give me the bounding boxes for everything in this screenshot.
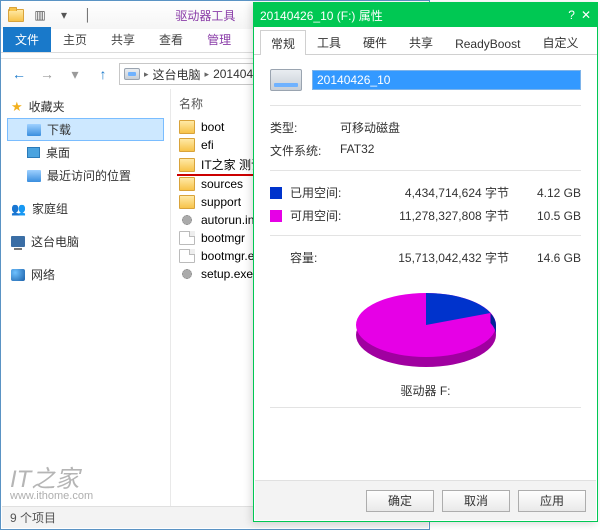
properties-tabs: 常规 工具 硬件 共享 ReadyBoost 自定义 <box>254 29 597 55</box>
navigation-pane: ★ 收藏夹 下载 桌面 最近访问的位置 👥 家庭组 这台电脑 网络 <box>1 89 171 507</box>
tab-sharing[interactable]: 共享 <box>398 29 444 54</box>
nav-network[interactable]: 网络 <box>7 263 164 286</box>
nav-downloads-label: 下载 <box>47 121 71 138</box>
capacity-row: 容量: 15,713,042,432 字节 14.6 GB <box>270 246 581 269</box>
nav-recent[interactable]: 最近访问的位置 <box>7 164 164 187</box>
chevron-right-icon[interactable]: ▸ <box>205 69 210 80</box>
nav-homegroup-label: 家庭组 <box>32 200 68 217</box>
fs-value: FAT32 <box>340 142 374 159</box>
address-seg-thispc[interactable]: 这台电脑 <box>153 66 201 83</box>
network-icon <box>11 269 25 281</box>
tab-hardware[interactable]: 硬件 <box>352 29 398 54</box>
nav-downloads[interactable]: 下载 <box>7 118 164 141</box>
tab-general[interactable]: 常规 <box>260 30 306 55</box>
free-swatch-icon <box>270 210 282 222</box>
file-name: support <box>201 195 241 209</box>
nav-recent-label: 最近访问的位置 <box>47 167 131 184</box>
type-value: 可移动磁盘 <box>340 119 400 136</box>
nav-forward-icon[interactable]: → <box>35 62 59 86</box>
file-name: bootmgr <box>201 231 245 245</box>
doc-icon <box>179 231 195 245</box>
nav-favorites[interactable]: ★ 收藏夹 <box>7 95 164 118</box>
folder-icon <box>179 158 195 172</box>
chevron-right-icon[interactable]: ▸ <box>144 69 149 80</box>
free-label: 可用空间: <box>290 207 354 224</box>
tab-file[interactable]: 文件 <box>3 27 51 52</box>
tab-manage[interactable]: 管理 <box>195 27 243 52</box>
folder-icon <box>179 177 195 191</box>
used-hr: 4.12 GB <box>525 186 581 200</box>
free-space-row: 可用空间: 11,278,327,808 字节 10.5 GB <box>270 204 581 227</box>
downloads-icon <box>27 124 41 136</box>
used-space-row: 已用空间: 4,434,714,624 字节 4.12 GB <box>270 181 581 204</box>
tab-readyboost[interactable]: ReadyBoost <box>444 32 531 54</box>
pc-icon <box>11 236 25 247</box>
file-name: sources <box>201 177 243 191</box>
cancel-button[interactable]: 取消 <box>442 490 510 512</box>
properties-title: 20140426_10 (F:) 属性 <box>260 7 383 24</box>
apply-button[interactable]: 应用 <box>518 490 586 512</box>
gear-icon <box>179 267 195 281</box>
file-name: autorun.inf <box>201 213 258 227</box>
nav-favorites-label: 收藏夹 <box>29 98 65 115</box>
properties-titlebar[interactable]: 20140426_10 (F:) 属性 ? ✕ <box>254 3 597 27</box>
folder-icon <box>179 120 195 134</box>
qat-dropdown-icon[interactable]: ▾ <box>53 5 75 25</box>
folder-icon[interactable] <box>5 5 27 25</box>
props-icon[interactable]: ▥ <box>29 5 51 25</box>
quick-access-toolbar: ▥ ▾ │ <box>5 5 99 25</box>
nav-thispc[interactable]: 这台电脑 <box>7 230 164 253</box>
nav-network-label: 网络 <box>31 266 55 283</box>
volume-name-input[interactable] <box>312 70 581 90</box>
window-controls: ? ✕ <box>568 8 591 22</box>
used-label: 已用空间: <box>290 184 354 201</box>
type-label: 类型: <box>270 119 340 136</box>
properties-body: 类型:可移动磁盘 文件系统:FAT32 已用空间: 4,434,714,624 … <box>254 55 597 426</box>
drive-label: 驱动器 F: <box>270 382 581 399</box>
nav-desktop[interactable]: 桌面 <box>7 141 164 164</box>
free-bytes: 11,278,327,808 字节 <box>354 207 525 224</box>
dialog-button-row: 确定 取消 应用 <box>255 480 596 520</box>
star-icon: ★ <box>11 99 23 115</box>
properties-dialog: 20140426_10 (F:) 属性 ? ✕ 常规 工具 硬件 共享 Read… <box>253 2 598 522</box>
used-swatch-icon <box>270 187 282 199</box>
recent-icon <box>27 170 41 182</box>
tab-home[interactable]: 主页 <box>51 27 99 52</box>
drive-icon <box>270 69 302 91</box>
capacity-label: 容量: <box>290 249 354 266</box>
folder-icon <box>179 195 195 209</box>
nav-up-icon[interactable]: ↑ <box>91 62 115 86</box>
homegroup-icon: 👥 <box>11 202 26 216</box>
nav-homegroup[interactable]: 👥 家庭组 <box>7 197 164 220</box>
drive-icon <box>124 68 140 80</box>
file-name: boot <box>201 120 224 134</box>
ok-button[interactable]: 确定 <box>366 490 434 512</box>
usage-pie-chart: 驱动器 F: <box>270 277 581 399</box>
folder-icon <box>179 138 195 152</box>
capacity-bytes: 15,713,042,432 字节 <box>354 249 525 266</box>
nav-back-icon[interactable]: ← <box>7 62 31 86</box>
fs-label: 文件系统: <box>270 142 340 159</box>
nav-desktop-label: 桌面 <box>46 144 70 161</box>
file-name: bootmgr.efi <box>201 249 260 263</box>
file-name: efi <box>201 138 214 152</box>
nav-recent-icon[interactable]: ▾ <box>63 62 87 86</box>
capacity-hr: 14.6 GB <box>525 251 581 265</box>
status-text: 9 个项目 <box>10 509 56 526</box>
used-bytes: 4,434,714,624 字节 <box>354 184 525 201</box>
file-name: setup.exe <box>201 267 253 281</box>
free-hr: 10.5 GB <box>525 209 581 223</box>
tab-view[interactable]: 查看 <box>147 27 195 52</box>
qat-sep: │ <box>77 5 99 25</box>
gear-icon <box>179 213 195 227</box>
tab-customize[interactable]: 自定义 <box>531 29 589 54</box>
tab-share[interactable]: 共享 <box>99 27 147 52</box>
nav-thispc-label: 这台电脑 <box>31 233 79 250</box>
help-icon[interactable]: ? <box>568 8 575 22</box>
close-icon[interactable]: ✕ <box>581 8 591 22</box>
doc-icon <box>179 249 195 263</box>
tab-tools[interactable]: 工具 <box>306 29 352 54</box>
desktop-icon <box>27 147 40 158</box>
